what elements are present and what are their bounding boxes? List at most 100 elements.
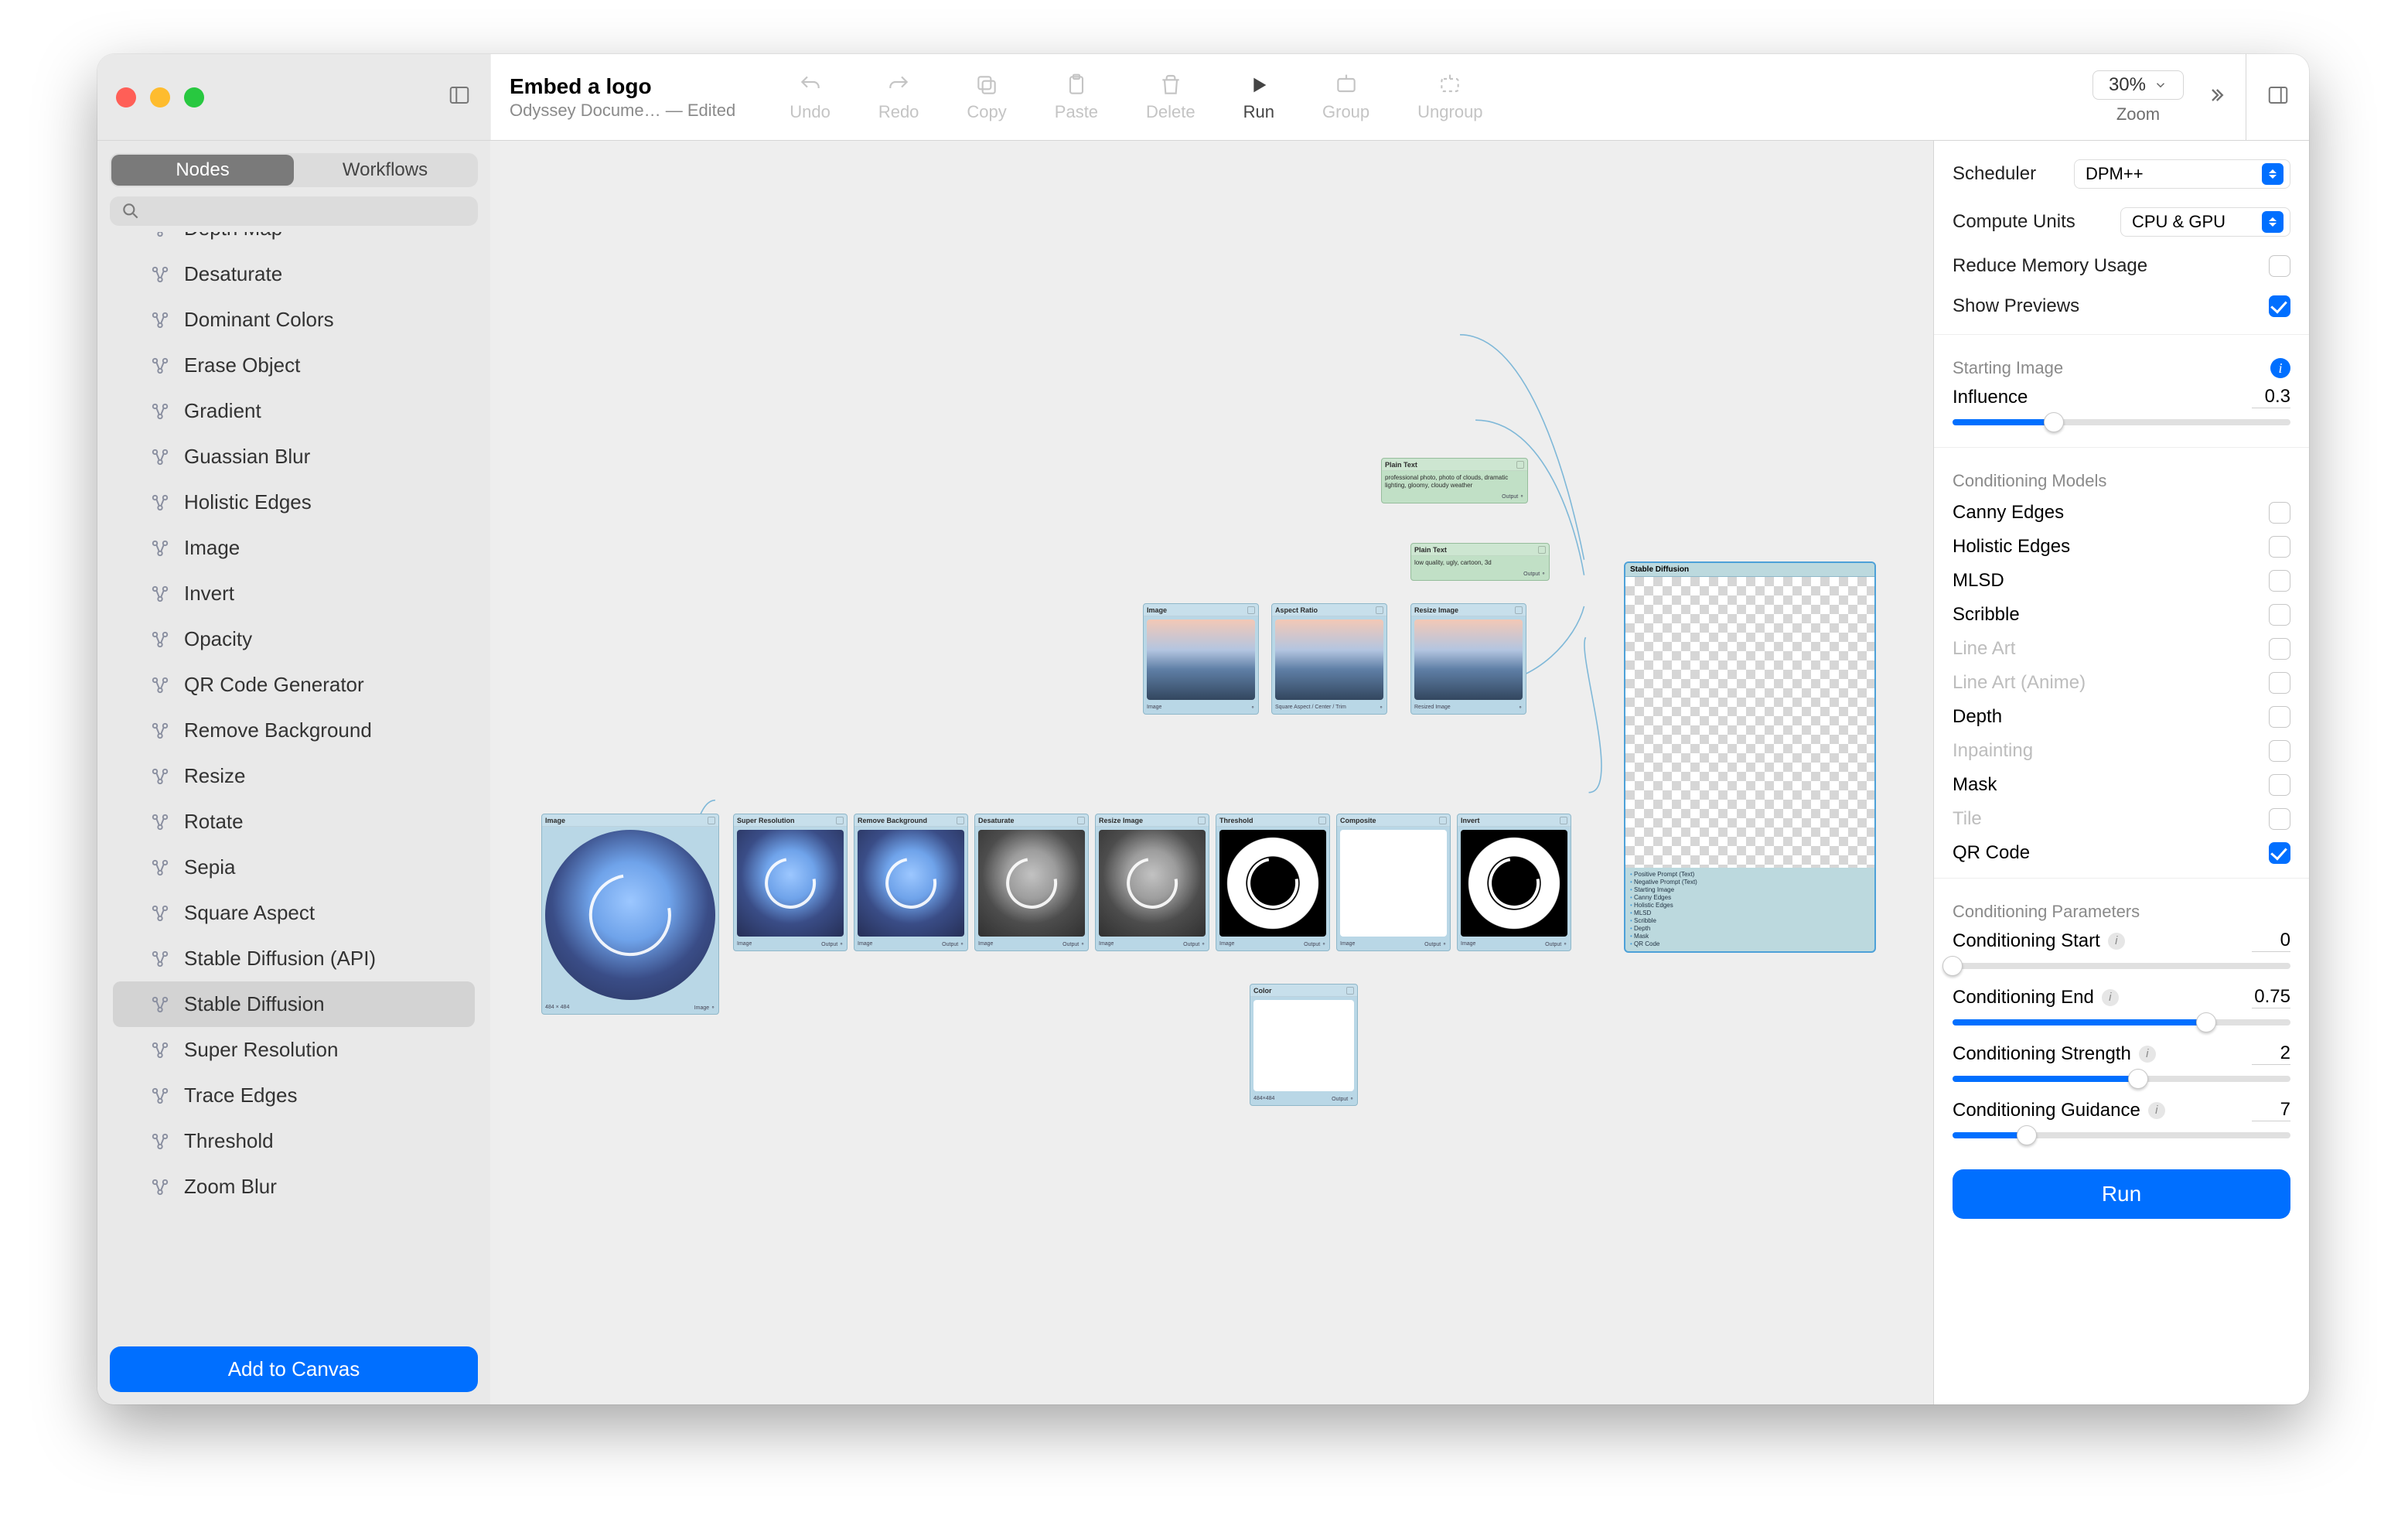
sidebar-item[interactable]: Erase Object	[97, 343, 490, 388]
canvas-node-chain[interactable]: Remove BackgroundImageOutput ⚬	[854, 814, 968, 951]
canvas-node-chain[interactable]: Resize ImageImageOutput ⚬	[1095, 814, 1209, 951]
close-icon[interactable]	[1560, 817, 1567, 824]
canvas-node-aspect-ratio[interactable]: Aspect Ratio Square Aspect / Center / Tr…	[1271, 603, 1387, 715]
canvas-node-chain[interactable]: InvertImageOutput ⚬	[1457, 814, 1571, 951]
tab-workflows[interactable]: Workflows	[294, 155, 476, 186]
sd-input-port[interactable]: Holistic Edges	[1630, 902, 1870, 909]
run-button-toolbar[interactable]: Run	[1243, 67, 1274, 128]
toggle-inspector-icon[interactable]	[2266, 84, 2290, 111]
overflow-chevrons-icon[interactable]	[2207, 84, 2229, 110]
sidebar-item[interactable]: Rotate	[97, 799, 490, 845]
close-icon[interactable]	[1439, 817, 1447, 824]
reduce-memory-checkbox[interactable]	[2269, 255, 2290, 277]
influence-slider[interactable]: Influence 0.3	[1953, 383, 2290, 439]
scheduler-select[interactable]: DPM++	[2074, 159, 2290, 189]
group-button[interactable]: Group	[1322, 67, 1369, 128]
copy-button[interactable]: Copy	[967, 67, 1006, 128]
close-icon[interactable]	[957, 817, 964, 824]
sidebar-item[interactable]: Remove Background	[97, 708, 490, 753]
close-icon[interactable]	[1247, 606, 1255, 614]
zoom-select[interactable]: 30% Zoom	[2093, 70, 2184, 125]
redo-button[interactable]: Redo	[878, 67, 919, 128]
cond-model-checkbox[interactable]	[2269, 706, 2290, 728]
conditioning-strength-slider[interactable]: Conditioning Strengthi2	[1953, 1039, 2290, 1096]
canvas-node-chain[interactable]: CompositeImageOutput ⚬	[1336, 814, 1451, 951]
run-button[interactable]: Run	[1953, 1169, 2290, 1219]
cond-model-checkbox[interactable]	[2269, 774, 2290, 796]
ungroup-button[interactable]: Ungroup	[1417, 67, 1482, 128]
canvas-node-prompt-negative[interactable]: Plain Text low quality, ugly, cartoon, 3…	[1410, 543, 1550, 581]
canvas-node-stable-diffusion[interactable]: Stable Diffusion Positive Prompt (Text)N…	[1624, 561, 1876, 953]
canvas-node-resize-image-top[interactable]: Resize Image Resized Image⚬	[1410, 603, 1526, 715]
minimize-window-button[interactable]	[150, 87, 170, 107]
sd-input-port[interactable]: Canny Edges	[1630, 894, 1870, 902]
node-list[interactable]: Depth MapDesaturateDominant ColorsErase …	[97, 232, 490, 1334]
close-icon[interactable]	[1077, 817, 1085, 824]
add-to-canvas-button[interactable]: Add to Canvas	[110, 1346, 478, 1392]
conditioning-start-slider[interactable]: Conditioning Starti0	[1953, 927, 2290, 983]
close-icon[interactable]	[708, 817, 715, 824]
sidebar-item[interactable]: Desaturate	[97, 251, 490, 297]
close-icon[interactable]	[1538, 546, 1546, 554]
sd-input-port[interactable]: MLSD	[1630, 909, 1870, 917]
sidebar-item[interactable]: Image	[97, 525, 490, 571]
cond-model-checkbox[interactable]	[2269, 536, 2290, 558]
close-icon[interactable]	[1376, 606, 1383, 614]
compute-units-select[interactable]: CPU & GPU	[2120, 207, 2290, 237]
conditioning-end-slider[interactable]: Conditioning Endi0.75	[1953, 983, 2290, 1039]
sd-input-port[interactable]: QR Code	[1630, 940, 1870, 948]
close-icon[interactable]	[1516, 461, 1524, 469]
sidebar-item[interactable]: Resize	[97, 753, 490, 799]
sidebar-item[interactable]: Stable Diffusion	[113, 981, 475, 1027]
canvas-node-color[interactable]: Color 484×484Output ⚬	[1250, 984, 1358, 1106]
cond-model-checkbox[interactable]	[2269, 502, 2290, 524]
sidebar-item[interactable]: Opacity	[97, 616, 490, 662]
close-icon[interactable]	[1318, 817, 1326, 824]
sidebar-item[interactable]: Stable Diffusion (API)	[97, 936, 490, 981]
fullscreen-window-button[interactable]	[184, 87, 204, 107]
search-input[interactable]	[110, 196, 478, 226]
canvas-node-image-logo[interactable]: Image 484 × 484Image ⚬	[541, 814, 719, 1015]
undo-button[interactable]: Undo	[790, 67, 831, 128]
sidebar-item[interactable]: Guassian Blur	[97, 434, 490, 479]
sidebar-item[interactable]: Invert	[97, 571, 490, 616]
close-window-button[interactable]	[116, 87, 136, 107]
sidebar-item[interactable]: Dominant Colors	[97, 297, 490, 343]
sidebar-item[interactable]: Super Resolution	[97, 1027, 490, 1073]
tab-nodes[interactable]: Nodes	[111, 155, 294, 186]
canvas-node-chain[interactable]: DesaturateImageOutput ⚬	[974, 814, 1089, 951]
close-icon[interactable]	[1515, 606, 1523, 614]
sidebar-item[interactable]: Depth Map	[97, 232, 490, 251]
sidebar-item[interactable]: Gradient	[97, 388, 490, 434]
canvas-node-chain[interactable]: ThresholdImageOutput ⚬	[1216, 814, 1330, 951]
cond-model-checkbox[interactable]	[2269, 842, 2290, 864]
info-icon[interactable]: i	[2270, 358, 2290, 378]
canvas-node-chain[interactable]: Super ResolutionImageOutput ⚬	[733, 814, 848, 951]
sd-input-port[interactable]: Mask	[1630, 933, 1870, 940]
cond-model-checkbox[interactable]	[2269, 604, 2290, 626]
cond-model-checkbox[interactable]	[2269, 570, 2290, 592]
close-icon[interactable]	[836, 817, 844, 824]
sidebar-item[interactable]: Zoom Blur	[97, 1164, 490, 1210]
sidebar-item[interactable]: Holistic Edges	[97, 479, 490, 525]
sidebar-item[interactable]: Threshold	[97, 1118, 490, 1164]
sd-input-port[interactable]: Positive Prompt (Text)	[1630, 871, 1870, 879]
close-icon[interactable]	[1346, 987, 1354, 995]
sidebar-item[interactable]: QR Code Generator	[97, 662, 490, 708]
canvas[interactable]: Image Image⚬ Aspect Ratio Square Aspect …	[490, 141, 1933, 1404]
show-previews-checkbox[interactable]	[2269, 295, 2290, 317]
sd-input-port[interactable]: Starting Image	[1630, 886, 1870, 894]
sd-input-port[interactable]: Negative Prompt (Text)	[1630, 879, 1870, 886]
close-icon[interactable]	[1198, 817, 1206, 824]
conditioning-guidance-slider[interactable]: Conditioning Guidancei7	[1953, 1096, 2290, 1152]
sd-input-port[interactable]: Scribble	[1630, 917, 1870, 925]
sidebar-item[interactable]: Square Aspect	[97, 890, 490, 936]
paste-button[interactable]: Paste	[1055, 67, 1098, 128]
sd-input-port[interactable]: Depth	[1630, 925, 1870, 933]
canvas-node-image[interactable]: Image Image⚬	[1143, 603, 1259, 715]
delete-button[interactable]: Delete	[1146, 67, 1195, 128]
sidebar-item[interactable]: Trace Edges	[97, 1073, 490, 1118]
sidebar-item[interactable]: Sepia	[97, 845, 490, 890]
canvas-node-prompt-positive[interactable]: Plain Text professional photo, photo of …	[1381, 458, 1528, 503]
toggle-sidebar-icon[interactable]	[448, 84, 471, 111]
